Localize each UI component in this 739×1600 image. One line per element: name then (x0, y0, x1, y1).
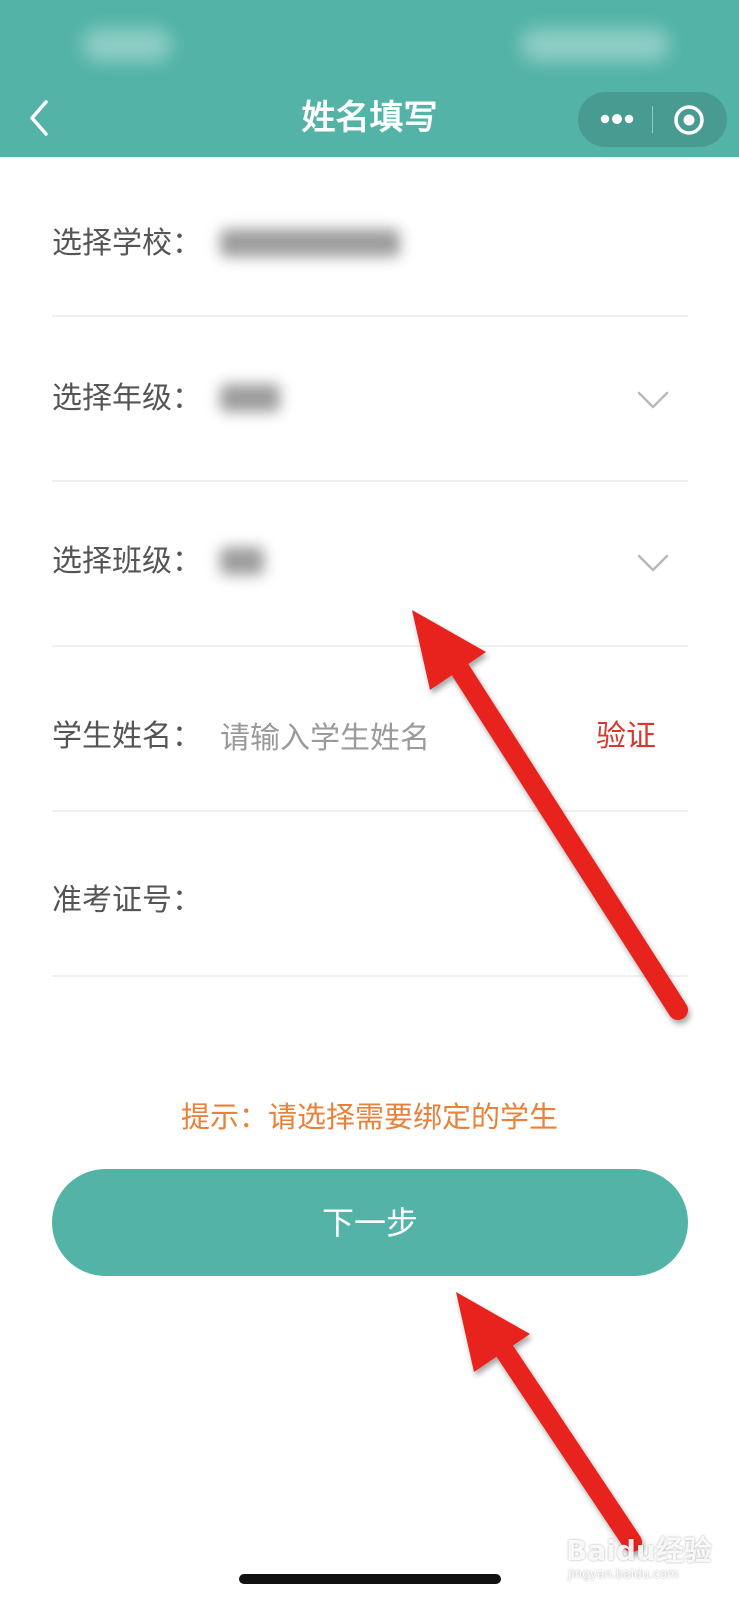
ticket-number-label: 准考证号： (52, 883, 202, 918)
class-value-blurred (220, 547, 264, 575)
divider (52, 810, 688, 812)
school-label: 选择学校： (52, 226, 202, 261)
status-bar-icons-blurred (520, 28, 670, 62)
grade-select[interactable]: 选择年级： (52, 370, 688, 430)
status-bar-time-blurred (82, 28, 172, 62)
student-name-row: 学生姓名： 验证 (52, 708, 688, 768)
more-dots-icon (600, 114, 634, 124)
more-button[interactable] (598, 108, 636, 130)
capsule-divider (652, 106, 653, 133)
divider (52, 645, 688, 647)
baidu-watermark-url: jingyan.baidu.com (568, 1567, 679, 1581)
top-bar: 姓名填写 (0, 0, 739, 157)
hint-text: 提示：请选择需要绑定的学生 (180, 1100, 558, 1134)
class-label: 选择班级： (52, 544, 202, 579)
target-circle-icon (674, 105, 704, 135)
chevron-down-icon (637, 554, 669, 572)
grade-label: 选择年级： (52, 381, 202, 416)
verify-button[interactable]: 验证 (596, 716, 656, 758)
ticket-number-input[interactable] (220, 880, 660, 924)
divider (52, 315, 688, 317)
school-value-blurred (220, 229, 400, 257)
student-name-label: 学生姓名： (52, 719, 202, 754)
grade-value-blurred (220, 384, 280, 412)
home-indicator[interactable] (239, 1574, 501, 1584)
ticket-number-row: 准考证号： (52, 872, 688, 932)
annotation-arrow-button (456, 1292, 642, 1552)
divider (52, 480, 688, 482)
next-step-button[interactable]: 下一步 (52, 1169, 688, 1276)
baidu-watermark-logo: Baidu经验 (566, 1534, 712, 1567)
school-row[interactable]: 选择学校： (52, 215, 688, 275)
class-select[interactable]: 选择班级： (52, 533, 688, 593)
miniprogram-capsule (578, 92, 727, 147)
chevron-down-icon (637, 391, 669, 409)
student-name-input[interactable] (220, 716, 550, 760)
close-miniprogram-button[interactable] (672, 103, 706, 137)
divider (52, 975, 688, 977)
